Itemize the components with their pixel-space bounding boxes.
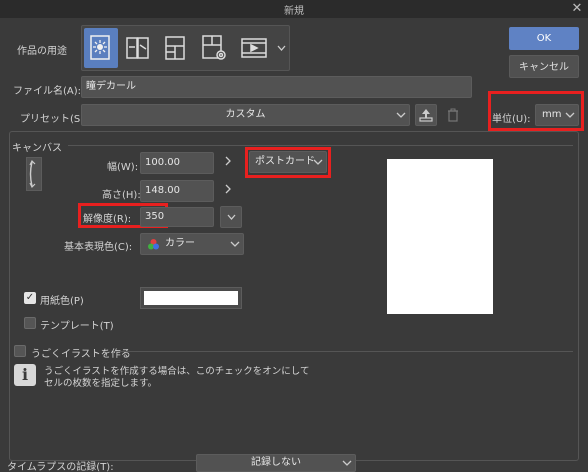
height-input[interactable]: 148.00 bbox=[140, 180, 214, 202]
template-label: テンプレート(T) bbox=[40, 321, 114, 332]
size-preset-value: ポストカード bbox=[255, 156, 315, 167]
close-icon[interactable]: ✕ bbox=[569, 0, 585, 18]
animation-icon[interactable] bbox=[237, 28, 271, 68]
swap-orientation-button[interactable] bbox=[26, 157, 42, 191]
window-title: 新規 bbox=[284, 6, 304, 17]
color-mode-dropdown[interactable]: カラー bbox=[140, 233, 244, 255]
chevron-down-icon bbox=[342, 460, 352, 466]
chevron-right-icon bbox=[225, 156, 232, 169]
template-checkbox[interactable] bbox=[24, 317, 36, 329]
usage-label: 作品の用途 bbox=[17, 46, 67, 57]
color-mode-label: 基本表現色(C): bbox=[64, 242, 133, 253]
chevron-right-icon bbox=[225, 184, 232, 197]
unit-label: 単位(U): bbox=[492, 114, 531, 125]
resolution-label: 解像度(R): bbox=[83, 214, 132, 225]
preset-value: カスタム bbox=[225, 109, 266, 120]
animation-info-line-2: セルの枚数を指定します。 bbox=[44, 378, 158, 389]
paper-color-checkbox[interactable]: ✓ bbox=[24, 292, 36, 304]
chevron-down-icon bbox=[227, 214, 235, 220]
save-preset-button[interactable] bbox=[415, 104, 437, 126]
file-name-input[interactable]: 瞳デカール bbox=[81, 76, 472, 98]
divider bbox=[68, 145, 573, 146]
trash-icon bbox=[448, 108, 458, 122]
resolution-input[interactable]: 350 bbox=[140, 207, 214, 227]
chevron-down-icon bbox=[396, 112, 406, 118]
cancel-button[interactable]: キャンセル bbox=[509, 55, 579, 78]
ok-button[interactable]: OK bbox=[509, 27, 579, 50]
save-preset-icon bbox=[419, 109, 433, 122]
timelapse-dropdown[interactable]: 記録しない bbox=[196, 454, 356, 472]
paper-color-label: 用紙色(P) bbox=[40, 296, 84, 307]
width-input[interactable]: 100.00 bbox=[140, 152, 214, 174]
unit-value: mm bbox=[542, 109, 562, 120]
canvas-preview bbox=[387, 159, 493, 314]
comic-icon[interactable] bbox=[121, 28, 155, 68]
chevron-down-icon bbox=[313, 159, 323, 165]
color-icon bbox=[148, 239, 159, 250]
comic-settings-icon[interactable] bbox=[197, 28, 231, 68]
usage-more-chevron-icon[interactable] bbox=[274, 28, 288, 68]
comic-panel-icon[interactable] bbox=[158, 28, 192, 68]
info-icon: i bbox=[14, 364, 36, 386]
illustration-icon[interactable] bbox=[84, 28, 118, 68]
file-name-label: ファイル名(A): bbox=[13, 86, 82, 97]
canvas-panel bbox=[9, 131, 579, 461]
animation-checkbox[interactable] bbox=[14, 345, 26, 357]
preset-dropdown[interactable]: カスタム bbox=[81, 104, 410, 126]
height-label: 高さ(H): bbox=[102, 190, 141, 201]
delete-preset-button[interactable] bbox=[444, 105, 462, 125]
unit-dropdown[interactable]: mm bbox=[535, 104, 579, 126]
preset-label: プリセット(S): bbox=[20, 114, 88, 125]
animation-label: うごくイラストを作る bbox=[31, 349, 131, 360]
color-mode-value: カラー bbox=[165, 238, 195, 249]
resolution-dropdown-button[interactable] bbox=[220, 206, 242, 228]
swap-orientation-icon bbox=[29, 159, 36, 189]
chevron-down-icon bbox=[565, 112, 575, 118]
divider bbox=[115, 351, 573, 352]
canvas-section-label: キャンバス bbox=[12, 143, 62, 154]
timelapse-label: タイムラプスの記録(T): bbox=[7, 462, 114, 472]
paper-color-fill bbox=[144, 291, 238, 305]
paper-color-swatch[interactable] bbox=[140, 287, 242, 309]
timelapse-value: 記録しない bbox=[251, 457, 301, 468]
chevron-down-icon bbox=[230, 241, 240, 247]
width-label: 幅(W): bbox=[107, 162, 139, 173]
size-preset-dropdown[interactable]: ポストカード bbox=[249, 151, 327, 173]
